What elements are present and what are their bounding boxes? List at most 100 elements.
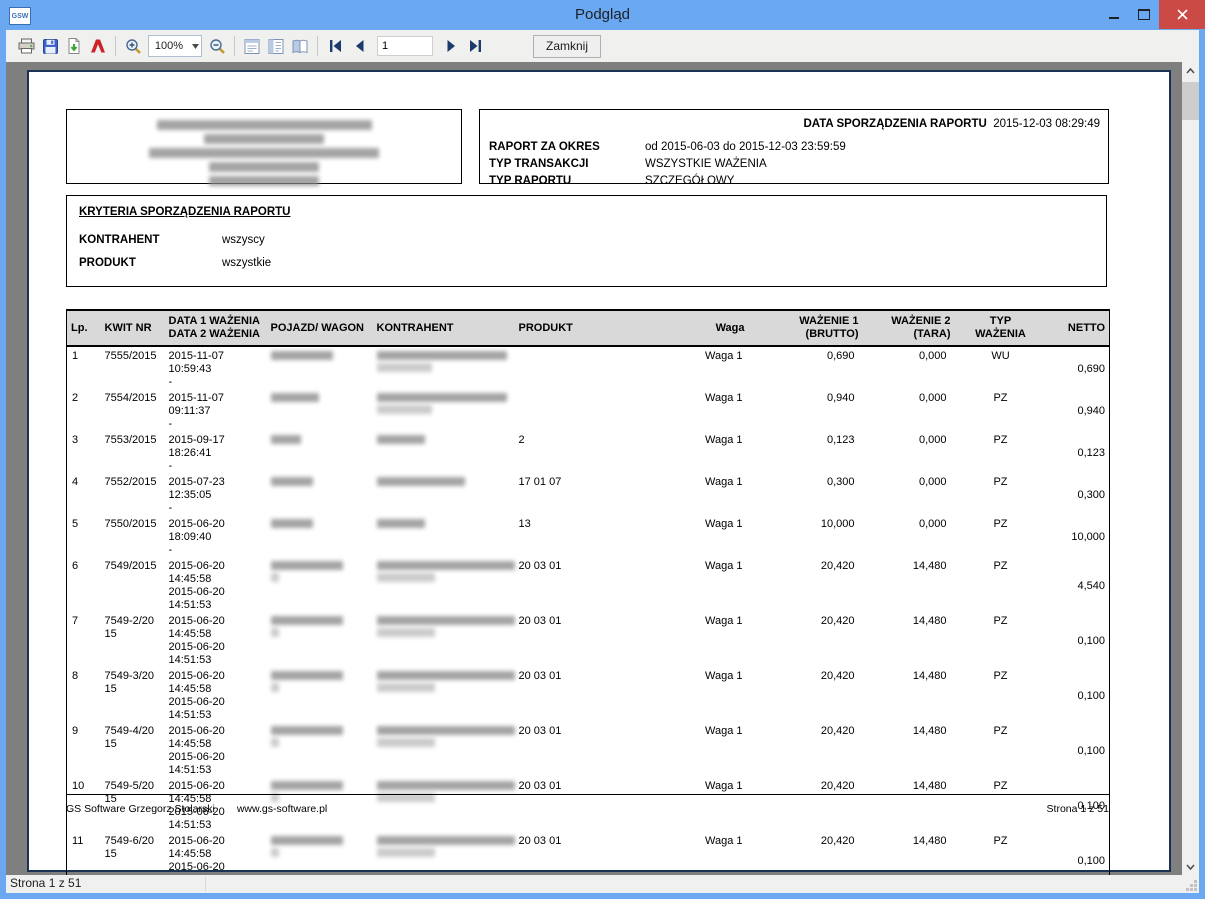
table-cell: 10,000 — [749, 515, 863, 557]
redacted-text — [271, 616, 343, 625]
table-cell: 14,480 — [863, 667, 955, 722]
table-cell — [373, 389, 515, 431]
maximize-button[interactable] — [1129, 0, 1159, 29]
table-cell: 5 — [67, 515, 101, 557]
print-button[interactable] — [14, 34, 38, 58]
table-cell: 2015-11-07 10:59:43- — [165, 346, 267, 389]
table-cell: Waga 1 — [643, 473, 749, 515]
table-row: 27554/20152015-11-07 09:11:37-Waga 10,94… — [67, 389, 1110, 431]
column-header: KONTRAHENT — [373, 310, 515, 346]
table-cell: PZ — [955, 515, 1047, 557]
redacted-text — [271, 683, 279, 692]
table-cell — [373, 557, 515, 612]
page-number-input[interactable] — [377, 36, 433, 56]
redacted-text — [271, 781, 343, 790]
table-cell: 7549-4/2015 — [101, 722, 165, 777]
table-cell: Waga 1 — [643, 557, 749, 612]
next-page-button[interactable] — [439, 34, 463, 58]
redacted-text — [377, 628, 435, 637]
first-page-button[interactable] — [323, 34, 347, 58]
table-cell: WU — [955, 346, 1047, 389]
report-page: DATA SPORZĄDZENIA RAPORTU 2015-12-03 08:… — [27, 70, 1171, 872]
table-row: 117549-6/20152015-06-20 14:45:582015-06-… — [67, 832, 1110, 875]
zoom-out-button[interactable] — [205, 34, 229, 58]
table-cell: 9 — [67, 722, 101, 777]
table-cell: 0,300 — [749, 473, 863, 515]
minimize-button[interactable] — [1099, 0, 1129, 29]
zoom-level-select[interactable]: 100% — [148, 35, 202, 57]
table-cell — [267, 389, 373, 431]
table-cell — [267, 557, 373, 612]
table-cell: 8 — [67, 667, 101, 722]
table-cell: 20 03 01 — [515, 667, 643, 722]
redacted-text — [271, 435, 301, 444]
redacted-text — [271, 628, 279, 637]
report-generated-line: DATA SPORZĄDZENIA RAPORTU 2015-12-03 08:… — [803, 118, 1100, 130]
table-row: 67549/20152015-06-20 14:45:582015-06-20 … — [67, 557, 1110, 612]
redacted-text — [377, 435, 425, 444]
table-cell — [267, 667, 373, 722]
table-cell: 0,000 — [863, 389, 955, 431]
table-cell: 6 — [67, 557, 101, 612]
close-button[interactable] — [1159, 0, 1205, 29]
table-cell: 10,000 — [1047, 515, 1110, 557]
save-button[interactable] — [38, 34, 62, 58]
chevron-down-icon — [189, 36, 201, 56]
scroll-up-button[interactable] — [1182, 62, 1199, 79]
table-cell: Waga 1 — [643, 832, 749, 875]
table-cell: PZ — [955, 832, 1047, 875]
layout-settings-button[interactable] — [264, 34, 288, 58]
scroll-down-button[interactable] — [1182, 858, 1199, 875]
redacted-text — [271, 351, 333, 360]
scrollbar-thumb[interactable] — [1182, 82, 1199, 120]
redacted-text-line — [204, 134, 324, 144]
table-cell: 0,100 — [1047, 612, 1110, 667]
close-preview-button[interactable]: Zamknij — [533, 35, 601, 58]
company-box — [66, 109, 462, 184]
export-button[interactable] — [62, 34, 86, 58]
vertical-scrollbar[interactable] — [1182, 62, 1199, 875]
criteria-row: KONTRAHENT wszyscy — [79, 229, 1096, 252]
column-header: KWIT NR — [101, 310, 165, 346]
criteria-label: PRODUKT — [79, 252, 222, 275]
table-cell: 0,123 — [749, 431, 863, 473]
column-header: NETTO — [1047, 310, 1110, 346]
redacted-text-line — [209, 162, 319, 172]
report-field: TYP TRANSAKCJI WSZYSTKIE WAŻENIA — [489, 156, 1100, 173]
table-cell — [267, 832, 373, 875]
table-cell: PZ — [955, 431, 1047, 473]
table-cell: 1 — [67, 346, 101, 389]
table-cell: 2015-09-17 18:26:41- — [165, 431, 267, 473]
redacted-text-line — [149, 148, 379, 158]
table-cell: 2015-11-07 09:11:37- — [165, 389, 267, 431]
redacted-text — [377, 836, 515, 845]
resize-grip-icon[interactable] — [1186, 880, 1197, 891]
close-icon — [1177, 9, 1188, 20]
table-cell: 20,420 — [749, 612, 863, 667]
criteria-box: KRYTERIA SPORZĄDZENIA RAPORTU KONTRAHENT… — [66, 195, 1107, 287]
field-value: WSZYSTKIE WAŻENIA — [645, 156, 767, 173]
report-table-wrap: Lp.KWIT NRDATA 1 WAŻENIADATA 2 WAŻENIAPO… — [66, 309, 1110, 875]
page-setup-button[interactable] — [240, 34, 264, 58]
status-page-text: Strona 1 z 51 — [10, 876, 81, 890]
table-cell: 0,000 — [863, 431, 955, 473]
pdf-export-button[interactable] — [86, 34, 110, 58]
zoom-level-value: 100% — [149, 40, 189, 52]
toolbar-separator — [317, 36, 318, 56]
table-cell: 0,690 — [749, 346, 863, 389]
facing-pages-button[interactable] — [288, 34, 312, 58]
preview-window: GSW Podgląd — [0, 0, 1205, 899]
table-cell: 14,480 — [863, 832, 955, 875]
table-cell — [373, 832, 515, 875]
table-cell — [373, 722, 515, 777]
report-field: TYP RAPORTU SZCZEGÓŁOWY — [489, 173, 1100, 190]
previous-page-button[interactable] — [347, 34, 371, 58]
zoom-in-button[interactable] — [121, 34, 145, 58]
table-cell — [373, 612, 515, 667]
redacted-text-line — [157, 120, 372, 130]
table-cell — [373, 667, 515, 722]
table-cell — [515, 389, 643, 431]
last-page-button[interactable] — [463, 34, 487, 58]
toolbar-separator — [234, 36, 235, 56]
table-cell: 14,480 — [863, 557, 955, 612]
